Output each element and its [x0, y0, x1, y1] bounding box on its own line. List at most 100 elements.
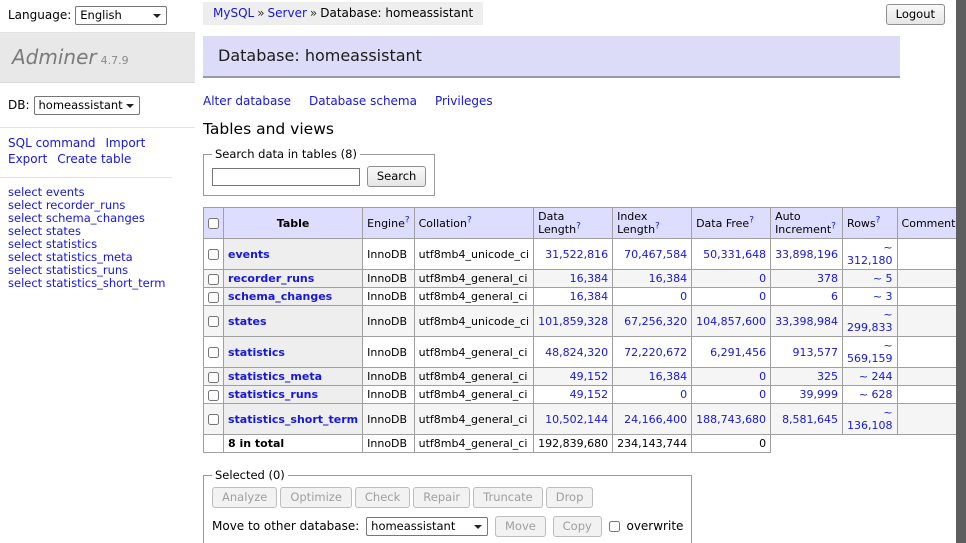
help-link[interactable]: ?	[576, 221, 581, 231]
value-link[interactable]: 104,857,600	[696, 315, 766, 328]
value-cell: 16,384	[613, 270, 692, 288]
value-link[interactable]: 0	[759, 272, 766, 285]
value-link[interactable]: ~ 3	[873, 290, 893, 303]
table-link[interactable]: schema_changes	[228, 290, 332, 303]
selected-action-button[interactable]: Truncate	[473, 487, 543, 508]
value-link[interactable]: ~ 244	[859, 370, 893, 383]
comment-cell	[897, 368, 965, 386]
value-link[interactable]: ~ 628	[859, 388, 893, 401]
value-link[interactable]: 6,291,456	[710, 346, 766, 359]
value-cell: 39,999	[771, 386, 843, 404]
db-action-link[interactable]: Privileges	[435, 94, 493, 108]
value-link[interactable]: ~ 312,180	[847, 241, 893, 267]
selected-action-button[interactable]: Optimize	[280, 487, 352, 508]
table-link[interactable]: statistics	[228, 346, 285, 359]
table-link[interactable]: statistics_meta	[228, 370, 322, 383]
selected-buttons: AnalyzeOptimizeCheckRepairTruncateDrop	[212, 487, 683, 508]
column-header: Collation?	[414, 208, 533, 239]
breadcrumb-link-server[interactable]: Server	[268, 6, 307, 20]
breadcrumb-link-mysql[interactable]: MySQL	[213, 6, 254, 20]
row-checkbox[interactable]	[208, 372, 219, 383]
move-db-select[interactable]: homeassistant	[366, 517, 488, 536]
db-action-link[interactable]: Database schema	[309, 94, 417, 108]
help-link[interactable]: ?	[405, 215, 410, 225]
value-link[interactable]: 16,384	[649, 272, 688, 285]
language-select[interactable]: English	[75, 6, 167, 25]
selected-action-button[interactable]: Analyze	[212, 487, 277, 508]
table-link[interactable]: states	[228, 315, 267, 328]
sidebar-action-link[interactable]: Import	[105, 136, 145, 150]
value-cell: 72,220,672	[613, 337, 692, 368]
help-link[interactable]: ?	[831, 221, 836, 231]
value-link[interactable]: 49,152	[570, 370, 609, 383]
value-link[interactable]: 72,220,672	[624, 346, 687, 359]
value-link[interactable]: 101,859,328	[538, 315, 608, 328]
value-link[interactable]: 16,384	[570, 272, 609, 285]
row-checkbox[interactable]	[208, 414, 219, 425]
value-link[interactable]: 33,398,984	[775, 315, 838, 328]
row-checkbox[interactable]	[208, 347, 219, 358]
help-link[interactable]: ?	[749, 215, 754, 225]
value-link[interactable]: 50,331,648	[703, 248, 766, 261]
value-link[interactable]: 16,384	[570, 290, 609, 303]
row-checkbox[interactable]	[208, 274, 219, 285]
db-action-link[interactable]: Alter database	[203, 94, 291, 108]
help-link[interactable]: ?	[876, 215, 881, 225]
sidebar-action-link[interactable]: SQL command	[8, 136, 95, 150]
value-link[interactable]: 913,577	[793, 346, 839, 359]
engine-cell: InnoDB	[363, 270, 414, 288]
search-input[interactable]	[212, 168, 360, 186]
sidebar-action-link[interactable]: Export	[8, 152, 47, 166]
row-checkbox[interactable]	[208, 249, 219, 260]
value-link[interactable]: 6	[831, 290, 838, 303]
table-link[interactable]: recorder_runs	[228, 272, 314, 285]
table-row: statesInnoDButf8mb4_unicode_ci101,859,32…	[204, 306, 965, 337]
help-link[interactable]: ?	[467, 215, 472, 225]
value-link[interactable]: 325	[817, 370, 838, 383]
row-checkbox[interactable]	[208, 292, 219, 303]
value-cell: 101,859,328	[534, 306, 613, 337]
value-link[interactable]: ~ 569,159	[847, 339, 893, 365]
value-link[interactable]: 8,581,645	[782, 413, 838, 426]
selected-action-button[interactable]: Drop	[546, 487, 594, 508]
search-legend: Search data in tables (8)	[212, 147, 360, 161]
selected-action-button[interactable]: Repair	[413, 487, 470, 508]
value-link[interactable]: ~ 5	[873, 272, 893, 285]
copy-button[interactable]: Copy	[553, 516, 602, 537]
db-select[interactable]: homeassistant	[34, 96, 140, 115]
value-link[interactable]: 70,467,584	[624, 248, 687, 261]
overwrite-checkbox[interactable]	[609, 521, 620, 532]
sidebar-select-link[interactable]: select statistics_short_term	[8, 277, 187, 290]
value-link[interactable]: 0	[680, 388, 687, 401]
value-link[interactable]: 10,502,144	[545, 413, 608, 426]
value-link[interactable]: 0	[759, 388, 766, 401]
value-link[interactable]: 49,152	[570, 388, 609, 401]
table-link[interactable]: statistics_short_term	[228, 413, 358, 426]
selected-action-button[interactable]: Check	[355, 487, 410, 508]
value-link[interactable]: 67,256,320	[624, 315, 687, 328]
select-all-checkbox[interactable]	[208, 218, 219, 229]
sidebar-action-link[interactable]: Create table	[57, 152, 131, 166]
value-link[interactable]: 33,898,196	[775, 248, 838, 261]
value-link[interactable]: 378	[817, 272, 838, 285]
value-link[interactable]: ~ 299,833	[847, 308, 893, 334]
vertical-scrollbar[interactable]	[956, 0, 966, 543]
value-link[interactable]: ~ 136,108	[847, 406, 893, 432]
value-link[interactable]: 0	[759, 290, 766, 303]
row-checkbox[interactable]	[208, 316, 219, 327]
value-link[interactable]: 31,522,816	[545, 248, 608, 261]
value-link[interactable]: 39,999	[800, 388, 839, 401]
table-link[interactable]: events	[228, 248, 270, 261]
value-link[interactable]: 16,384	[649, 370, 688, 383]
value-link[interactable]: 188,743,680	[696, 413, 766, 426]
value-link[interactable]: 0	[759, 370, 766, 383]
move-button[interactable]: Move	[495, 516, 546, 537]
help-link[interactable]: ?	[655, 221, 660, 231]
value-link[interactable]: 48,824,320	[545, 346, 608, 359]
logout-button[interactable]: Logout	[886, 4, 945, 25]
value-link[interactable]: 0	[680, 290, 687, 303]
row-checkbox[interactable]	[208, 390, 219, 401]
search-button[interactable]: Search	[367, 166, 427, 187]
table-link[interactable]: statistics_runs	[228, 388, 318, 401]
value-link[interactable]: 24,166,400	[624, 413, 687, 426]
